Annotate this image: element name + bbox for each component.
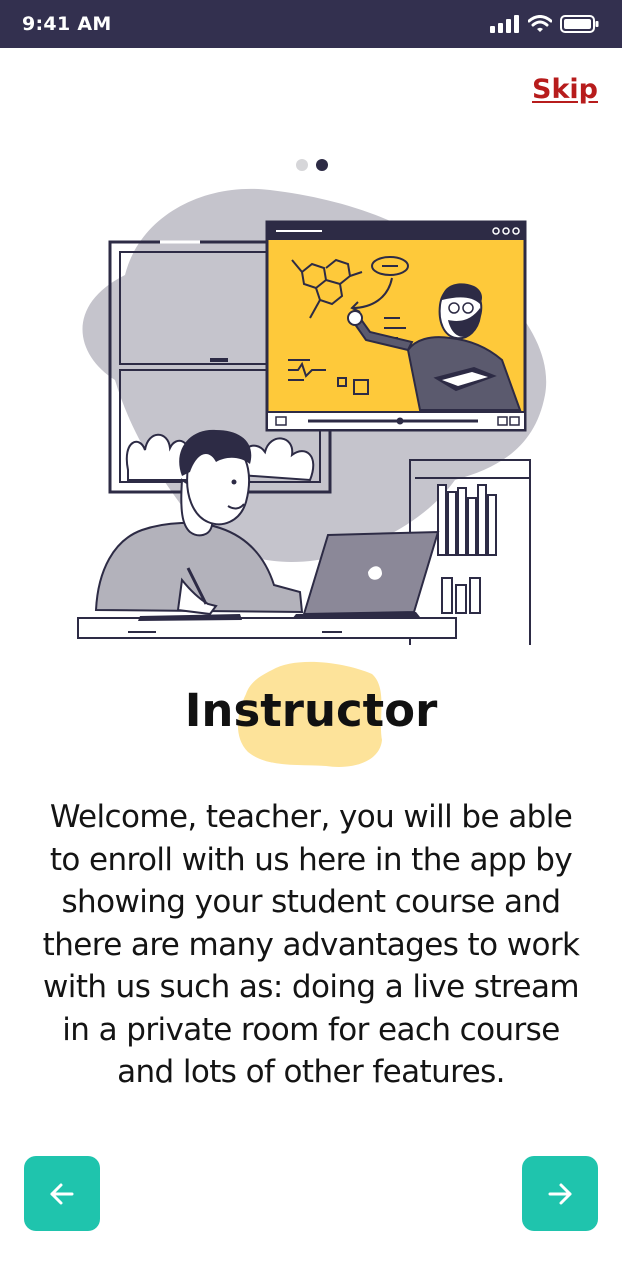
arrow-left-icon xyxy=(50,1183,74,1204)
status-bar: 9:41 AM xyxy=(0,0,622,48)
next-button[interactable] xyxy=(522,1156,598,1231)
onboarding-description: Welcome, teacher, you will be able to en… xyxy=(42,799,580,1090)
onboarding-title: Instructor xyxy=(184,684,438,737)
skip-button[interactable]: Skip xyxy=(532,74,598,105)
title-area: Instructor xyxy=(0,650,622,775)
battery-icon xyxy=(560,15,599,33)
wifi-icon xyxy=(528,15,552,32)
page-indicator xyxy=(296,159,328,171)
signal-icon xyxy=(490,15,519,33)
page-dot-2-active xyxy=(316,159,328,171)
previous-button[interactable] xyxy=(24,1156,100,1231)
arrow-right-icon xyxy=(548,1183,572,1204)
student-online-lecture-illustration xyxy=(77,188,547,645)
page-dot-1 xyxy=(296,159,308,171)
status-time: 9:41 AM xyxy=(22,13,112,35)
status-icons xyxy=(490,12,600,36)
